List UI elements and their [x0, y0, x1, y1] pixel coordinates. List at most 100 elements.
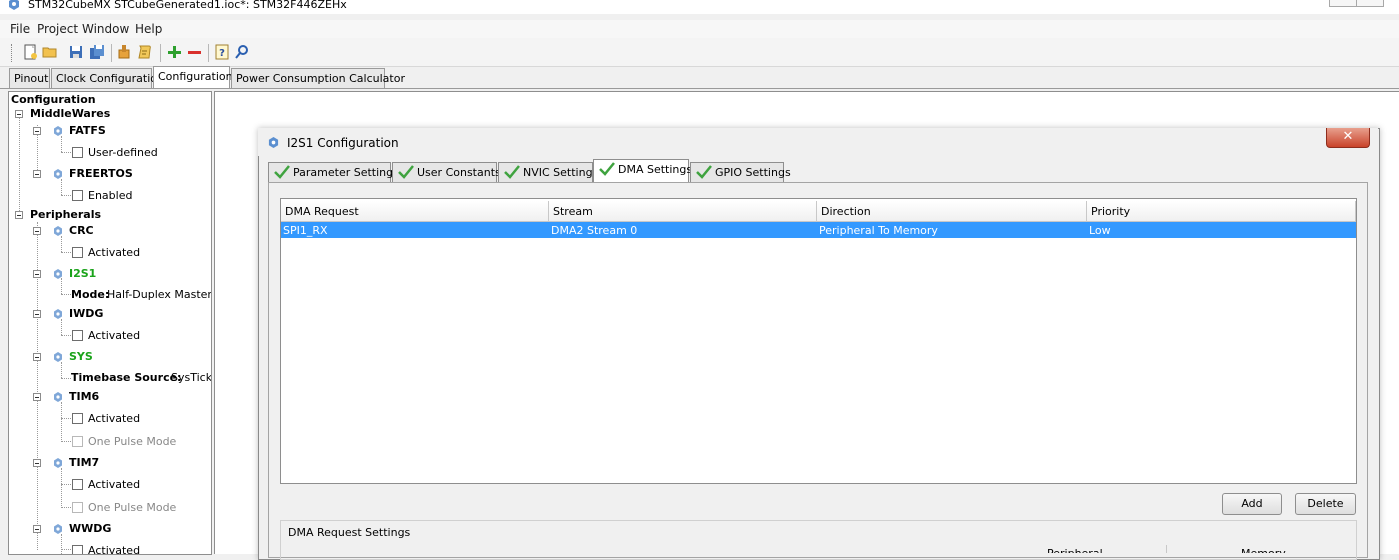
cell-direction: Peripheral To Memory	[819, 224, 938, 237]
collapse-icon[interactable]	[33, 127, 41, 135]
sys-timebase-label: Timebase Source:	[71, 371, 182, 384]
tree-wwdg[interactable]: WWDG	[69, 522, 111, 535]
tab-configuration[interactable]: Configuration	[153, 66, 233, 89]
tree-freertos[interactable]: FREERTOS	[69, 167, 133, 180]
menu-help[interactable]: Help	[135, 22, 162, 36]
collapse-icon[interactable]	[15, 110, 23, 118]
collapse-icon[interactable]	[33, 393, 41, 401]
component-icon	[54, 126, 62, 136]
tab-parameter-settings[interactable]: Parameter Settings	[268, 162, 399, 182]
tab-clock-configuration[interactable]: Clock Configuration	[51, 68, 164, 88]
minimize-button[interactable]	[1329, 0, 1357, 7]
tab-label: User Constants	[417, 166, 501, 179]
tab-power-consumption-calculator[interactable]: Power Consumption Calculator	[231, 68, 405, 88]
column-header-priority[interactable]: Priority	[1087, 201, 1356, 222]
tim7-one-pulse-checkbox[interactable]	[72, 502, 83, 513]
open-icon[interactable]	[42, 44, 58, 60]
configuration-tree: Configuration MiddleWares FATFS User-def…	[8, 91, 212, 555]
tree-middlewares[interactable]: MiddleWares	[30, 107, 110, 120]
tab-nvic-settings[interactable]: NVIC Settings	[498, 162, 598, 182]
new-project-icon[interactable]	[22, 44, 38, 60]
collapse-icon[interactable]	[33, 170, 41, 178]
collapse-icon[interactable]	[33, 270, 41, 278]
dialog-title: I2S1 Configuration	[287, 136, 399, 150]
fatfs-user-defined-checkbox[interactable]	[72, 147, 83, 158]
tree-peripherals[interactable]: Peripherals	[30, 208, 101, 221]
crc-activated-label: Activated	[88, 246, 141, 259]
collapse-icon[interactable]	[33, 353, 41, 361]
remove-icon[interactable]	[186, 44, 202, 60]
cell-dma-request: SPI1_RX	[283, 224, 328, 237]
dma-request-settings-group	[280, 520, 1357, 560]
component-icon	[54, 226, 62, 236]
tim7-one-pulse-label: One Pulse Mode	[88, 501, 177, 514]
crc-activated-checkbox[interactable]	[72, 247, 83, 258]
tab-label: GPIO Settings	[715, 166, 791, 179]
tim7-activated-checkbox[interactable]	[72, 479, 83, 490]
collapse-icon[interactable]	[33, 310, 41, 318]
generate-icon[interactable]	[116, 44, 132, 60]
tim6-activated-label: Activated	[88, 412, 141, 425]
component-icon	[54, 524, 62, 534]
collapse-icon[interactable]	[33, 227, 41, 235]
iwdg-activated-checkbox[interactable]	[72, 330, 83, 341]
tree-root: Configuration	[11, 93, 96, 106]
tab-label: Parameter Settings	[293, 166, 399, 179]
maximize-button[interactable]	[1356, 0, 1384, 7]
app-icon	[268, 137, 279, 148]
component-icon	[54, 169, 62, 179]
collapse-icon[interactable]	[15, 211, 23, 219]
app-icon	[9, 0, 19, 10]
check-icon	[504, 165, 520, 179]
sys-timebase-value: SysTick	[171, 371, 212, 384]
tree-crc[interactable]: CRC	[69, 224, 94, 237]
column-header-dma-request[interactable]: DMA Request	[281, 201, 549, 222]
dma-request-table	[280, 198, 1357, 484]
svg-text:?: ?	[219, 48, 225, 59]
collapse-icon[interactable]	[33, 525, 41, 533]
tab-user-constants[interactable]: User Constants	[392, 162, 501, 182]
component-icon	[54, 458, 62, 468]
tab-gpio-settings[interactable]: GPIO Settings	[690, 162, 791, 182]
collapse-icon[interactable]	[33, 459, 41, 467]
column-header-direction[interactable]: Direction	[817, 201, 1087, 222]
freertos-enabled-checkbox[interactable]	[72, 190, 83, 201]
close-button[interactable]: ✕	[1326, 128, 1370, 148]
tree-tim7[interactable]: TIM7	[69, 456, 99, 469]
fatfs-user-defined-label: User-defined	[88, 146, 158, 159]
dialog-title-bar: I2S1 Configuration	[258, 128, 1378, 156]
delete-button[interactable]: Delete	[1295, 493, 1356, 515]
tim6-one-pulse-checkbox[interactable]	[72, 436, 83, 447]
menu-project[interactable]: Project	[37, 22, 78, 36]
tree-tim6[interactable]: TIM6	[69, 390, 99, 403]
tree-iwdg[interactable]: IWDG	[69, 307, 103, 320]
tim6-activated-checkbox[interactable]	[72, 413, 83, 424]
peripheral-column-label: Peripheral	[1047, 547, 1103, 553]
i2s1-mode-label: Mode:	[71, 288, 110, 301]
menu-file[interactable]: File	[10, 22, 30, 36]
check-icon	[398, 165, 414, 179]
tab-pinout[interactable]: Pinout	[9, 68, 50, 88]
tab-dma-settings[interactable]: DMA Settings	[593, 159, 692, 183]
menu-window[interactable]: Window	[82, 22, 129, 36]
cell-priority: Low	[1089, 224, 1111, 237]
cell-stream: DMA2 Stream 0	[551, 224, 638, 237]
report-icon[interactable]	[137, 44, 153, 60]
component-icon	[54, 352, 62, 362]
window-title: STM32CubeMX STCubeGenerated1.ioc*: STM32…	[28, 0, 347, 11]
wwdg-activated-checkbox[interactable]	[72, 545, 83, 554]
add-button[interactable]: Add	[1222, 493, 1282, 515]
save-all-icon[interactable]	[89, 44, 105, 60]
tim7-activated-label: Activated	[88, 478, 141, 491]
help-icon[interactable]: ?	[214, 44, 230, 60]
i2s1-mode-value: Half-Duplex Master	[107, 288, 212, 301]
tree-sys[interactable]: SYS	[69, 350, 93, 363]
column-header-stream[interactable]: Stream	[549, 201, 817, 222]
component-icon	[54, 309, 62, 319]
add-icon[interactable]	[166, 44, 182, 60]
tree-i2s1[interactable]: I2S1	[69, 267, 96, 280]
save-icon[interactable]	[68, 44, 84, 60]
tree-fatfs[interactable]: FATFS	[69, 124, 106, 137]
about-icon[interactable]	[234, 44, 250, 60]
tab-label: NVIC Settings	[523, 166, 599, 179]
